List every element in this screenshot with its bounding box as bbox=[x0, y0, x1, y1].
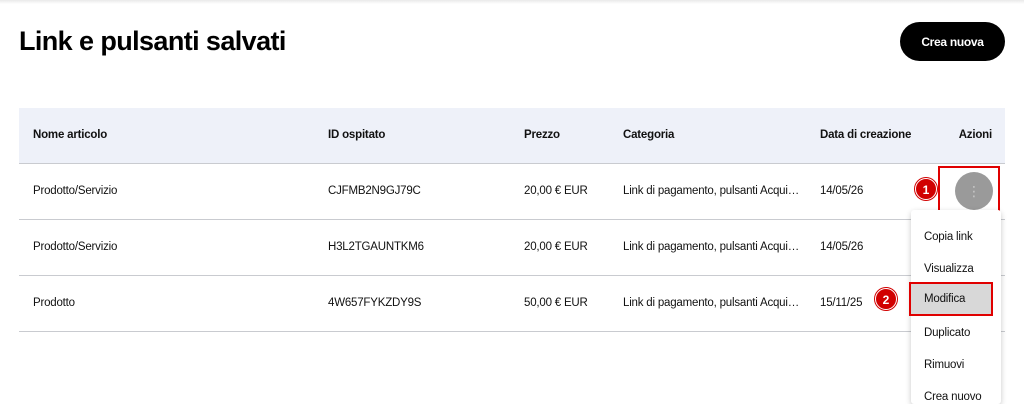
cell-category: Link di pagamento, pulsanti Acquista ora bbox=[623, 241, 801, 253]
cell-item-name: Prodotto bbox=[33, 297, 75, 309]
cell-hosted-id: CJFMB2N9GJ79C bbox=[328, 185, 421, 197]
cell-hosted-id: 4W657FYKZDY9S bbox=[328, 297, 422, 309]
menu-item-remove[interactable]: Rimuovi bbox=[924, 359, 964, 371]
top-shadow bbox=[0, 0, 1024, 4]
step-badge-2: 2 bbox=[875, 288, 897, 310]
header-category: Categoria bbox=[623, 129, 675, 141]
cell-price: 20,00 € EUR bbox=[524, 185, 588, 197]
cell-price: 50,00 € EUR bbox=[524, 297, 588, 309]
cell-category: Link di pagamento, pulsanti Acquista ora bbox=[623, 185, 801, 197]
menu-item-duplicate[interactable]: Duplicato bbox=[924, 327, 970, 339]
table-row: Prodotto/Servizio CJFMB2N9GJ79C 20,00 € … bbox=[19, 164, 1005, 220]
header-actions: Azioni bbox=[958, 129, 992, 141]
cell-item-name: Prodotto/Servizio bbox=[33, 185, 118, 197]
menu-item-view[interactable]: Visualizza bbox=[924, 263, 974, 275]
cell-creation-date: 15/11/25 bbox=[820, 297, 863, 309]
menu-item-edit[interactable]: Modifica bbox=[909, 282, 993, 316]
header-price: Prezzo bbox=[524, 129, 560, 141]
menu-item-copy-link[interactable]: Copia link bbox=[924, 231, 973, 243]
page-title: Link e pulsanti salvati bbox=[19, 26, 286, 56]
step-badge-1: 1 bbox=[915, 178, 937, 200]
create-new-button[interactable]: Crea nuova bbox=[900, 22, 1005, 61]
table-header: Nome articolo ID ospitato Prezzo Categor… bbox=[19, 108, 1005, 164]
cell-category: Link di pagamento, pulsanti Acquista ora bbox=[623, 297, 801, 309]
cell-price: 20,00 € EUR bbox=[524, 241, 588, 253]
cell-hosted-id: H3L2TGAUNTKM6 bbox=[328, 241, 424, 253]
cell-item-name: Prodotto/Servizio bbox=[33, 241, 118, 253]
saved-links-table: Nome articolo ID ospitato Prezzo Categor… bbox=[19, 108, 1005, 332]
header-item-name: Nome articolo bbox=[33, 129, 108, 141]
header-hosted-id: ID ospitato bbox=[328, 129, 386, 141]
cell-creation-date: 14/05/26 bbox=[820, 185, 864, 197]
table-row: Prodotto 4W657FYKZDY9S 50,00 € EUR Link … bbox=[19, 276, 1005, 332]
cell-creation-date: 14/05/26 bbox=[820, 241, 864, 253]
more-vertical-icon[interactable]: ⋮ bbox=[955, 172, 993, 210]
menu-item-edit-label: Modifica bbox=[924, 293, 966, 305]
menu-item-create-new[interactable]: Crea nuovo bbox=[924, 391, 982, 403]
table-row: Prodotto/Servizio H3L2TGAUNTKM6 20,00 € … bbox=[19, 220, 1005, 276]
header-creation-date: Data di creazione bbox=[820, 129, 912, 141]
